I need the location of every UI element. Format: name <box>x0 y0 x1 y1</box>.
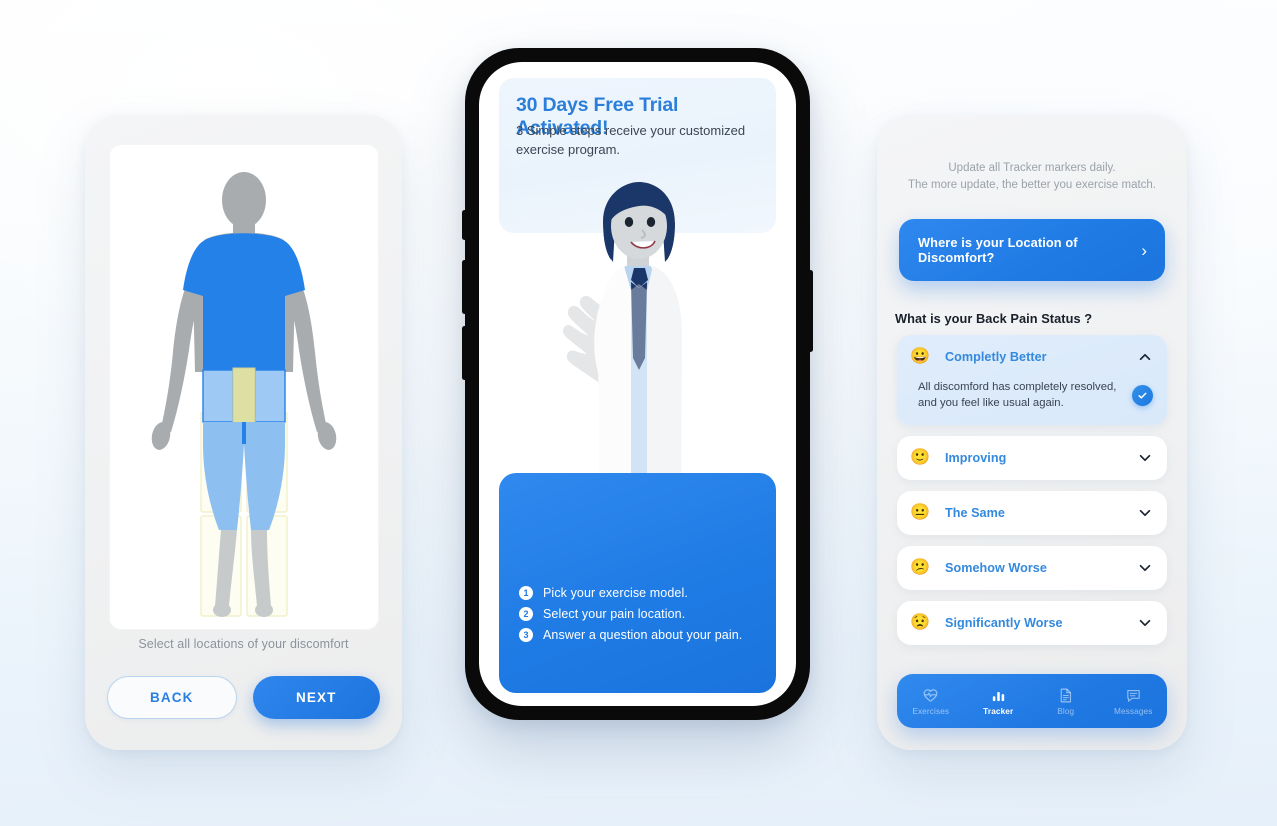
chevron-down-icon[interactable] <box>1138 616 1152 630</box>
accordion-header[interactable]: 😐 The Same <box>897 491 1167 535</box>
next-button[interactable]: NEXT <box>252 676 380 719</box>
status-options-list: 😀 Completly Better All discomford has co… <box>897 335 1167 656</box>
accordion-header[interactable]: 🙂 Improving <box>897 436 1167 480</box>
volume-down-button[interactable] <box>462 326 467 380</box>
right-phone-card: Update all Tracker markers daily. The mo… <box>877 115 1187 750</box>
chevron-up-icon[interactable] <box>1138 350 1152 364</box>
heart-pulse-icon <box>923 688 938 702</box>
nav-item-exercises[interactable]: Exercises <box>897 687 965 716</box>
status-option-improving[interactable]: 🙂 Improving <box>897 436 1167 480</box>
phone-screen: 30 Days Free Trial Activated! 3 Simple s… <box>479 62 796 706</box>
step-text: Select your pain location. <box>543 607 686 621</box>
chevron-down-icon[interactable] <box>1138 561 1152 575</box>
page-title: What is your Back Pain Status ? <box>895 311 1093 326</box>
step-text: Pick your exercise model. <box>543 586 688 600</box>
status-option-label: Significantly Worse <box>945 616 1063 630</box>
list-item: 3 Answer a question about your pain. <box>519 628 762 642</box>
nav-item-tracker[interactable]: Tracker <box>965 687 1033 716</box>
step-number: 2 <box>519 607 533 621</box>
list-item: 2 Select your pain location. <box>519 607 762 621</box>
left-screen-actions: BACK NEXT <box>107 676 380 719</box>
slightly-smiling-face-icon: 🙂 <box>910 449 930 466</box>
nav-label: Messages <box>1113 706 1153 716</box>
human-body-diagram[interactable] <box>109 144 379 630</box>
left-phone-card: Select all locations of your discomfort … <box>85 115 402 750</box>
step-text: Answer a question about your pain. <box>543 628 743 642</box>
tracker-hint-line1: Update all Tracker markers daily. <box>948 162 1116 174</box>
nav-item-messages[interactable]: Messages <box>1100 687 1168 716</box>
worried-face-icon: 😟 <box>910 614 930 631</box>
chevron-down-icon[interactable] <box>1138 506 1152 520</box>
check-icon[interactable] <box>1132 384 1153 406</box>
neutral-face-icon: 😐 <box>910 504 930 521</box>
chat-bubble-icon <box>1127 689 1140 702</box>
location-of-discomfort-button[interactable]: Where is your Location of Discomfort? › <box>899 219 1165 281</box>
chevron-right-icon: › <box>1141 240 1147 260</box>
status-option-label: The Same <box>945 506 1005 520</box>
location-button-label: Where is your Location of Discomfort? <box>918 235 1078 265</box>
body-region-selector[interactable] <box>109 144 379 630</box>
document-icon <box>1060 688 1072 702</box>
nav-item-blog[interactable]: Blog <box>1032 687 1100 716</box>
list-item: 1 Pick your exercise model. <box>519 586 762 600</box>
screenshot-stage: Select all locations of your discomfort … <box>0 0 1277 826</box>
status-option-label: Improving <box>945 451 1007 465</box>
confused-face-icon: 😕 <box>910 559 930 576</box>
status-option-description: All discomford has completely resolved, … <box>918 381 1117 409</box>
status-option-completly-better[interactable]: 😀 Completly Better All discomford has co… <box>897 335 1167 425</box>
step-number: 1 <box>519 586 533 600</box>
chevron-down-icon[interactable] <box>1138 451 1152 465</box>
steps-panel: 1 Pick your exercise model. 2 Select you… <box>499 473 776 693</box>
back-button[interactable]: BACK <box>107 676 237 719</box>
tracker-hint-line2: The more update, the better you exercise… <box>907 178 1157 191</box>
nav-label: Exercises <box>912 706 950 716</box>
accordion-header[interactable]: 😟 Significantly Worse <box>897 601 1167 645</box>
accordion-header[interactable]: 😀 Completly Better <box>897 335 1167 379</box>
nav-label: Tracker <box>983 706 1014 716</box>
body-selector-caption: Select all locations of your discomfort <box>138 637 349 651</box>
trial-banner-subtitle: 3 Simple steps receive your customized e… <box>516 123 746 157</box>
center-phone: 30 Days Free Trial Activated! 3 Simple s… <box>462 48 813 720</box>
accordion-header[interactable]: 😕 Somehow Worse <box>897 546 1167 590</box>
status-option-somehow-worse[interactable]: 😕 Somehow Worse <box>897 546 1167 590</box>
volume-up-button[interactable] <box>462 260 467 314</box>
status-option-the-same[interactable]: 😐 The Same <box>897 491 1167 535</box>
accordion-body: All discomford has completely resolved, … <box>897 379 1167 425</box>
step-number: 3 <box>519 628 533 642</box>
status-option-label: Somehow Worse <box>945 561 1047 575</box>
bottom-navigation: Exercises Tracker Blog Messages <box>897 674 1167 728</box>
grinning-face-icon: 😀 <box>910 348 930 365</box>
bar-chart-icon <box>992 691 1004 701</box>
tracker-hint: Update all Tracker markers daily. The mo… <box>891 160 1173 193</box>
status-option-label: Completly Better <box>945 350 1047 364</box>
nav-label: Blog <box>1057 706 1075 716</box>
status-option-significantly-worse[interactable]: 😟 Significantly Worse <box>897 601 1167 645</box>
silent-switch[interactable] <box>462 210 467 240</box>
steps-list: 1 Pick your exercise model. 2 Select you… <box>519 586 762 649</box>
power-button[interactable] <box>808 270 813 352</box>
